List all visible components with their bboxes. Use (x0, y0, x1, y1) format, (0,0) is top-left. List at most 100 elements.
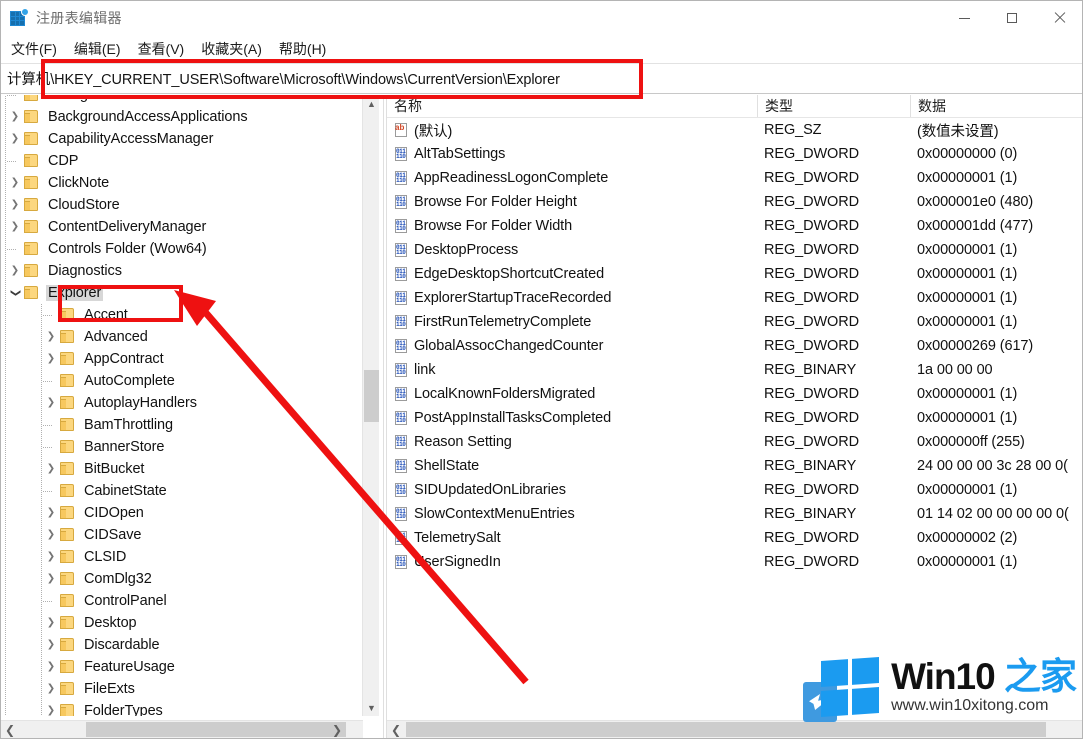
tree-item-appcontract[interactable]: ❯ AppContract (1, 348, 359, 370)
chevron-right-icon[interactable]: ❯ (43, 354, 59, 364)
scroll-up-icon[interactable]: ▲ (363, 95, 380, 112)
value-horizontal-scrollbar[interactable]: ❮ (387, 720, 1082, 738)
value-row[interactable]: 011 110 AltTabSettings REG_DWORD 0x00000000 … (387, 142, 1082, 166)
scroll-down-icon[interactable]: ▼ (363, 699, 380, 716)
value-row[interactable]: 011 110 ShellState REG_BINARY 24 00 00 00 3c… (387, 454, 1082, 478)
menu-favorites[interactable]: 收藏夹(A) (198, 37, 271, 61)
value-row[interactable]: 011 110 GlobalAssocChangedCounter REG_DWORD… (387, 334, 1082, 358)
folder-icon (23, 176, 40, 190)
tree-item-controlpanel[interactable]: ControlPanel (1, 590, 359, 612)
chevron-right-icon[interactable]: ❯ (43, 640, 59, 650)
chevron-right-icon[interactable]: ❯ (43, 508, 59, 518)
tree-item-foldertypes[interactable]: ❯ FolderTypes (1, 700, 359, 716)
value-row[interactable]: 011 110 link REG_BINARY 1a 00 00 00 (387, 358, 1082, 382)
tree-item-clicknote[interactable]: ❯ ClickNote (1, 172, 359, 194)
chevron-right-icon[interactable]: ❯ (7, 178, 23, 188)
chevron-right-icon[interactable]: ❯ (43, 464, 59, 474)
tree-item-capabilityaccessmanager[interactable]: ❯ CapabilityAccessManager (1, 128, 359, 150)
chevron-right-icon[interactable]: ❯ (43, 662, 59, 672)
value-row[interactable]: 011 110 FirstRunTelemetryComplete REG_DWORD… (387, 310, 1082, 334)
tree-item-bannerstore[interactable]: BannerStore (1, 436, 359, 458)
value-row[interactable]: 011 110 ExplorerStartupTraceRecorded REG_DW… (387, 286, 1082, 310)
tree-item-contentdeliverymanager[interactable]: ❯ ContentDeliveryManager (1, 216, 359, 238)
tree-item-bamthrottling[interactable]: BamThrottling (1, 414, 359, 436)
tree-item-cloudstore[interactable]: ❯ CloudStore (1, 194, 359, 216)
chevron-right-icon[interactable]: ❯ (43, 706, 59, 716)
menu-view[interactable]: 查看(V) (135, 37, 194, 61)
value-row[interactable]: 011 110 UserSignedIn REG_DWORD 0x00000001 (1… (387, 550, 1082, 574)
tree-item-cabinetstate[interactable]: CabinetState (1, 480, 359, 502)
tree-item-background[interactable]: Background (1, 95, 359, 106)
tree-item-label: CapabilityAccessManager (48, 131, 214, 147)
folder-icon (23, 198, 40, 212)
chevron-right-icon[interactable]: ❯ (43, 398, 59, 408)
chevron-right-icon[interactable]: ❯ (7, 134, 23, 144)
tree-guide-lines (1, 480, 359, 502)
value-row[interactable]: 011 110 Browse For Folder Width REG_DWORD 0x… (387, 214, 1082, 238)
value-row[interactable]: 011 110 SIDUpdatedOnLibraries REG_DWORD 0x00… (387, 478, 1082, 502)
tree-hscroll-thumb[interactable] (86, 722, 346, 737)
value-row[interactable]: ab (默认) REG_SZ (数值未设置) (387, 118, 1082, 142)
tree-item-controls-folder-wow64[interactable]: Controls Folder (Wow64) (1, 238, 359, 260)
menu-help[interactable]: 帮助(H) (276, 37, 335, 61)
value-row[interactable]: 011 110 Browse For Folder Height REG_DWORD 0… (387, 190, 1082, 214)
tree-item-autoplayhandlers[interactable]: ❯ AutoplayHandlers (1, 392, 359, 414)
value-row[interactable]: 011 110 SlowContextMenuEntries REG_BINARY 01… (387, 502, 1082, 526)
chevron-right-icon[interactable]: ❯ (7, 222, 23, 232)
chevron-right-icon[interactable]: ❯ (43, 332, 59, 342)
address-bar[interactable]: 计算机\HKEY_CURRENT_USER\Software\Microsoft… (1, 63, 1082, 94)
tree-item-label: CabinetState (84, 483, 167, 499)
value-row[interactable]: 011 110 DesktopProcess REG_DWORD 0x00000001 … (387, 238, 1082, 262)
tree-item-fileexts[interactable]: ❯ FileExts (1, 678, 359, 700)
value-scroll-left-icon[interactable]: ❮ (387, 721, 405, 738)
minimize-button[interactable] (941, 1, 988, 35)
scroll-left-icon[interactable]: ❮ (1, 721, 19, 738)
tree-scroll-thumb[interactable] (364, 370, 379, 422)
value-type: REG_BINARY (764, 506, 857, 522)
tree-item-discardable[interactable]: ❯ Discardable (1, 634, 359, 656)
tree-item-comdlg32[interactable]: ❯ ComDlg32 (1, 568, 359, 590)
tree-item-backgroundaccessapplications[interactable]: ❯ BackgroundAccessApplications (1, 106, 359, 128)
tree-item-desktop[interactable]: ❯ Desktop (1, 612, 359, 634)
maximize-button[interactable] (988, 1, 1035, 35)
value-row[interactable]: 011 110 PostAppInstallTasksCompleted REG_DW… (387, 406, 1082, 430)
tree-item-cdp[interactable]: CDP (1, 150, 359, 172)
value-row[interactable]: 011 110 TelemetrySalt REG_DWORD 0x00000002 (… (387, 526, 1082, 550)
tree-item-clsid[interactable]: ❯ CLSID (1, 546, 359, 568)
menu-file[interactable]: 文件(F) (8, 37, 66, 61)
tree-item-autocomplete[interactable]: AutoComplete (1, 370, 359, 392)
tree-item-cidopen[interactable]: ❯ CIDOpen (1, 502, 359, 524)
tree-item-featureusage[interactable]: ❯ FeatureUsage (1, 656, 359, 678)
value-data: 0x00000001 (1) (917, 386, 1018, 402)
tree-item-advanced[interactable]: ❯ Advanced (1, 326, 359, 348)
chevron-right-icon[interactable]: ❯ (43, 574, 59, 584)
value-row[interactable]: 011 110 AppReadinessLogonComplete REG_DWORD… (387, 166, 1082, 190)
column-type[interactable]: 类型 (757, 95, 910, 117)
column-name[interactable]: 名称 (387, 95, 757, 117)
chevron-right-icon[interactable]: ❯ (43, 684, 59, 694)
tree-item-accent[interactable]: Accent (1, 304, 359, 326)
chevron-right-icon[interactable]: ❯ (7, 266, 23, 276)
column-data[interactable]: 数据 (910, 95, 1082, 117)
value-row[interactable]: 011 110 Reason Setting REG_DWORD 0x000000ff … (387, 430, 1082, 454)
tree-vertical-scrollbar[interactable]: ▲ ▼ (362, 95, 379, 716)
value-row[interactable]: 011 110 EdgeDesktopShortcutCreated REG_DWOR… (387, 262, 1082, 286)
chevron-down-icon[interactable]: ❯ (10, 285, 21, 301)
chevron-right-icon[interactable]: ❯ (7, 112, 23, 122)
chevron-right-icon[interactable]: ❯ (43, 552, 59, 562)
value-hscroll-thumb[interactable] (406, 722, 1046, 737)
scroll-right-icon[interactable]: ❯ (328, 721, 346, 738)
tree-item-cidsave[interactable]: ❯ CIDSave (1, 524, 359, 546)
value-row[interactable]: 011 110 LocalKnownFoldersMigrated REG_DWORD… (387, 382, 1082, 406)
close-button[interactable] (1035, 1, 1082, 35)
tree-item-label: CIDSave (84, 527, 142, 543)
chevron-right-icon[interactable]: ❯ (7, 200, 23, 210)
string-value-icon: ab (394, 122, 409, 138)
tree-item-diagnostics[interactable]: ❯ Diagnostics (1, 260, 359, 282)
tree-horizontal-scrollbar[interactable]: ❮ ❯ (1, 720, 363, 738)
tree-item-explorer[interactable]: ❯ Explorer (1, 282, 359, 304)
chevron-right-icon[interactable]: ❯ (43, 530, 59, 540)
tree-item-bitbucket[interactable]: ❯ BitBucket (1, 458, 359, 480)
chevron-right-icon[interactable]: ❯ (43, 618, 59, 628)
menu-edit[interactable]: 编辑(E) (71, 37, 130, 61)
